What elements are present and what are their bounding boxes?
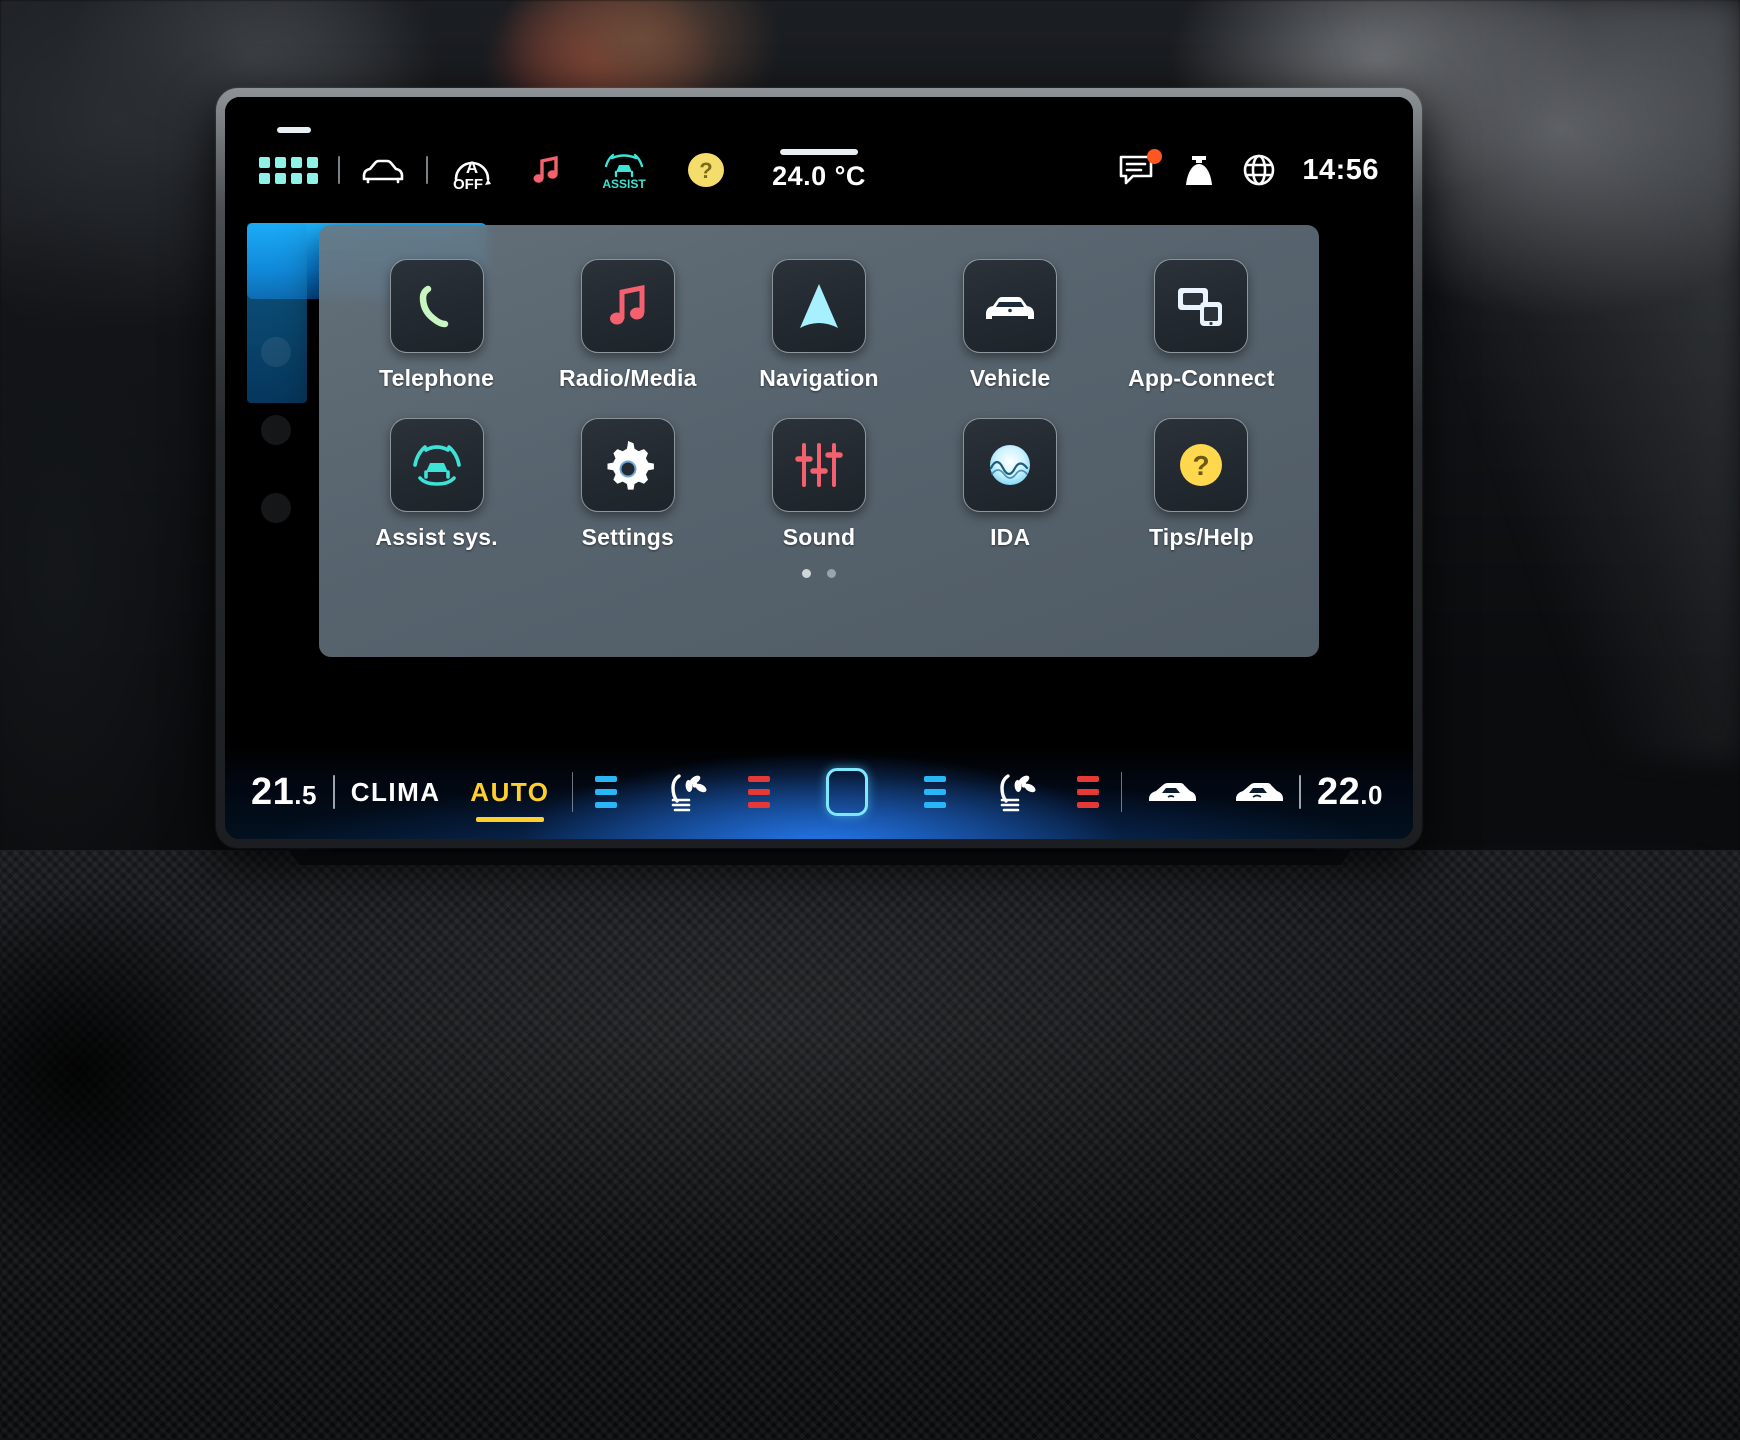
- grid-apps-icon[interactable]: [259, 156, 318, 184]
- climate-divider: [1120, 772, 1123, 812]
- app-drawer-overlay: Telephone Radio/Media Navigation Vehicle…: [319, 225, 1319, 657]
- home-indicator-tab[interactable]: [277, 127, 311, 133]
- auto-start-stop-off-icon[interactable]: A OFF: [448, 149, 496, 191]
- outside-temperature-value: 24.0 °C: [772, 160, 866, 191]
- climate-divider: [1299, 775, 1301, 809]
- ghost-icon: [261, 337, 291, 367]
- infotainment-bezel: A OFF ASSIST ? 24.0 °C 14:56 Telephone R…: [216, 88, 1422, 848]
- status-bar: A OFF ASSIST ? 24.0 °C 14:56: [225, 139, 1413, 201]
- climate-left-heat-level[interactable]: [747, 776, 770, 808]
- app-tile-sound[interactable]: Sound: [723, 418, 914, 551]
- ida-waveform-icon: [984, 439, 1036, 491]
- equalizer-sliders-icon: [793, 439, 845, 491]
- gear-icon: [602, 439, 654, 491]
- app-label: App-Connect: [1128, 365, 1275, 391]
- svg-text:OFF: OFF: [453, 176, 483, 191]
- climate-bar: 21.5 CLIMA AUTO 22.0: [225, 745, 1413, 839]
- status-divider: [426, 156, 428, 184]
- fan-seat-icon-left[interactable]: [665, 770, 713, 814]
- climate-center-square-button[interactable]: [825, 768, 869, 816]
- page-indicator[interactable]: [341, 569, 1297, 578]
- climate-right-temp-dec: .0: [1360, 779, 1383, 810]
- rear-window-defrost-icon[interactable]: [1231, 777, 1284, 807]
- app-tile-app-connect[interactable]: App-Connect: [1106, 259, 1297, 392]
- app-tile-settings[interactable]: Settings: [532, 418, 723, 551]
- app-label: Vehicle: [969, 365, 1051, 391]
- app-tile-tips-help[interactable]: ? Tips/Help: [1106, 418, 1297, 551]
- climate-clima-label[interactable]: CLIMA: [351, 777, 441, 808]
- navigation-arrow-icon: [795, 280, 843, 332]
- page-dot[interactable]: [827, 569, 836, 578]
- infotainment-display: A OFF ASSIST ? 24.0 °C 14:56 Telephone R…: [225, 97, 1413, 839]
- climate-left-temperature[interactable]: 21.5: [251, 771, 317, 814]
- climate-right-heat-level[interactable]: [1076, 776, 1099, 808]
- message-bubble-icon[interactable]: [1118, 149, 1163, 186]
- globe-icon[interactable]: [1242, 153, 1276, 187]
- clock: 14:56: [1302, 153, 1379, 186]
- app-label: Tips/Help: [1148, 524, 1254, 550]
- user-profile-icon[interactable]: [1182, 152, 1216, 188]
- svg-text:?: ?: [699, 158, 712, 183]
- lower-console: ASSIST CLIMA P MENU: [0, 1010, 1740, 1440]
- app-label: Settings: [581, 524, 674, 550]
- windshield-defrost-icon[interactable]: [1144, 777, 1197, 807]
- screenshot-root: ASSIST CLIMA P MENU: [0, 0, 1740, 1440]
- message-unread-badge: [1147, 149, 1163, 164]
- home-left-icon-rail: [261, 337, 291, 523]
- app-label: Radio/Media: [558, 365, 697, 391]
- status-help-icon[interactable]: ?: [686, 150, 726, 190]
- status-divider: [338, 156, 340, 184]
- ghost-icon: [261, 493, 291, 523]
- svg-text:ASSIST: ASSIST: [602, 177, 646, 190]
- page-dot-active[interactable]: [802, 569, 811, 578]
- status-tab-indicator: [779, 148, 858, 155]
- climate-left-fan-level[interactable]: [595, 776, 618, 808]
- fan-seat-icon-right[interactable]: [994, 770, 1042, 814]
- app-tile-radio-media[interactable]: Radio/Media: [532, 259, 723, 392]
- outside-temperature[interactable]: 24.0 °C: [772, 148, 866, 192]
- car-front-icon: [980, 286, 1040, 326]
- climate-right-temp-int: 22: [1317, 770, 1361, 813]
- question-mark-icon: ?: [1176, 440, 1226, 490]
- car-side-icon[interactable]: [360, 155, 406, 185]
- svg-text:?: ?: [1193, 450, 1210, 481]
- phone-handset-icon: [412, 281, 462, 331]
- climate-right-fan-level[interactable]: [924, 776, 947, 808]
- app-tile-assist-sys[interactable]: Assist sys.: [341, 418, 532, 551]
- assist-car-icon: [408, 440, 466, 490]
- app-tile-telephone[interactable]: Telephone: [341, 259, 532, 392]
- climate-divider: [571, 772, 574, 812]
- climate-right-temperature[interactable]: 22.0: [1317, 771, 1383, 814]
- climate-left-temp-int: 21: [251, 770, 295, 813]
- app-tile-vehicle[interactable]: Vehicle: [915, 259, 1106, 392]
- app-label: Navigation: [759, 365, 879, 391]
- app-tile-ida[interactable]: IDA: [915, 418, 1106, 551]
- app-label: IDA: [990, 524, 1031, 550]
- app-grid: Telephone Radio/Media Navigation Vehicle…: [341, 259, 1297, 551]
- app-label: Assist sys.: [375, 524, 498, 550]
- ghost-icon: [261, 415, 291, 445]
- status-music-note-icon[interactable]: [528, 152, 564, 188]
- climate-auto-button[interactable]: AUTO: [470, 777, 549, 822]
- svg-text:A: A: [466, 158, 478, 177]
- app-connect-icon: [1174, 282, 1228, 330]
- climate-left-temp-dec: .5: [294, 779, 317, 810]
- app-label: Telephone: [379, 365, 495, 391]
- app-tile-navigation[interactable]: Navigation: [723, 259, 914, 392]
- status-assist-icon[interactable]: ASSIST: [600, 150, 648, 190]
- app-label: Sound: [782, 524, 856, 550]
- climate-divider: [332, 775, 335, 809]
- music-note-icon: [602, 280, 654, 332]
